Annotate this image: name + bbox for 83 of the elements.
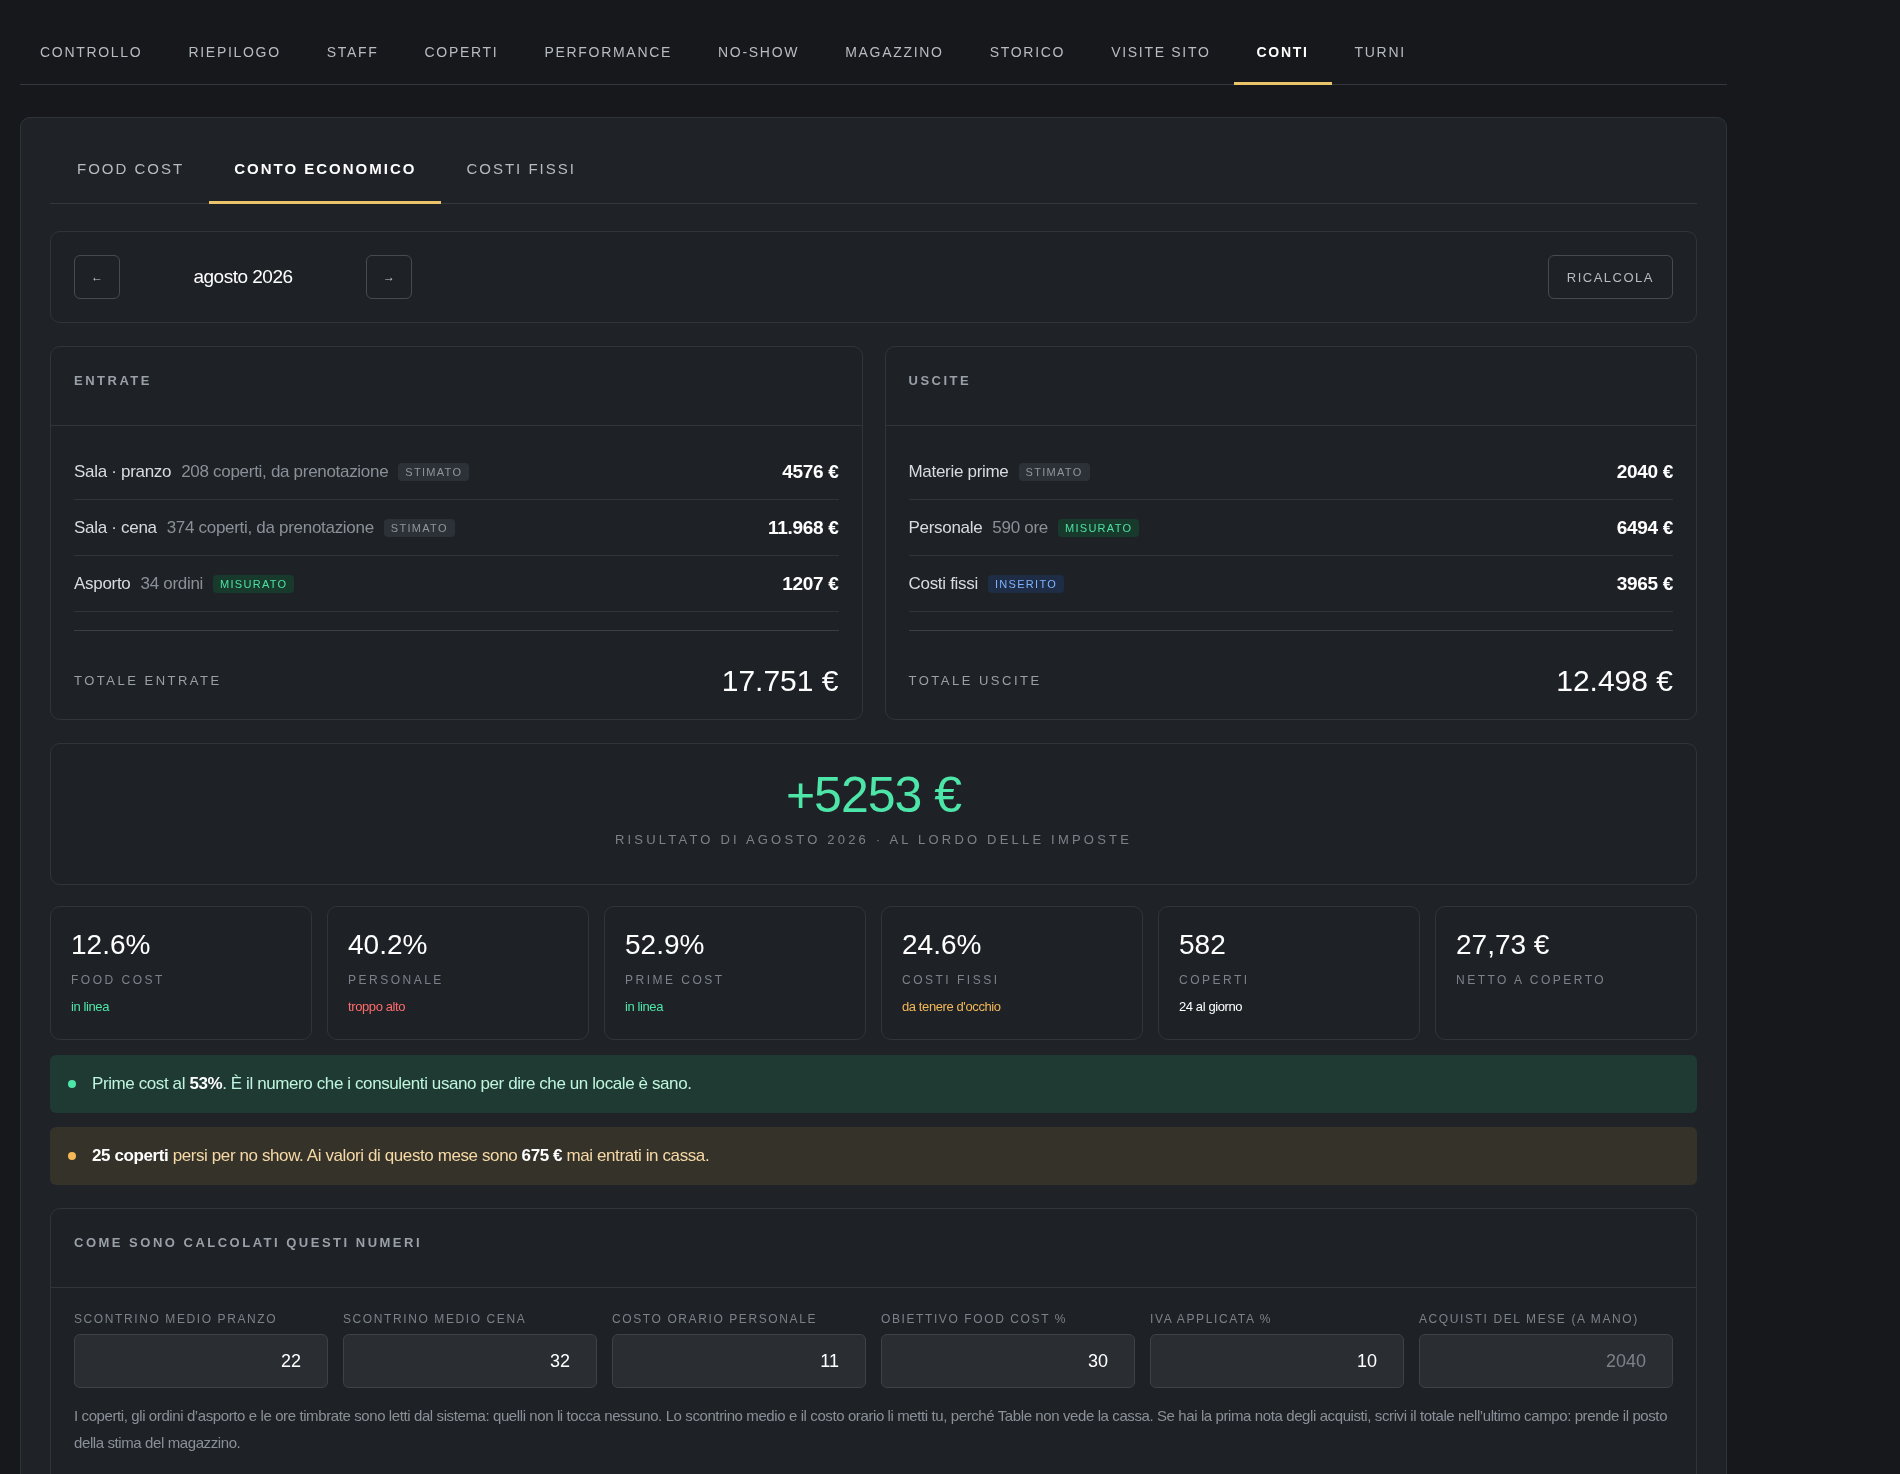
field-label: COSTO ORARIO PERSONALE [612, 1312, 819, 1326]
source-badge: STIMATO [398, 462, 470, 481]
total-amount: 17.751 € [721, 663, 839, 698]
kpi-value: 27,73 € [1456, 929, 1550, 961]
card-title: COME SONO CALCOLATI QUESTI NUMERI [74, 1235, 423, 1250]
kpi-value: 582 [1179, 929, 1226, 961]
alert-text: 25 coperti persi per no show. Ai valori di questo mese sono 675 € mai entrati in cassa. [92, 1146, 710, 1166]
field-label: SCONTRINO MEDIO PRANZO [74, 1312, 279, 1326]
kpi-label: NETTO A COPERTO [1456, 973, 1607, 987]
item-name: Personale [908, 517, 983, 538]
total-amount: 12.498 € [1556, 663, 1673, 698]
item-amount: 3965 € [1616, 572, 1673, 595]
sub-tab[interactable]: COSTI FISSI [441, 130, 601, 204]
kpi-label: COSTI FISSI [902, 973, 1000, 987]
nav-tab[interactable]: STORICO [966, 44, 1089, 85]
input-field[interactable]: 32 [343, 1334, 597, 1388]
field-label: ACQUISTI DEL MESE (A MANO) [1419, 1312, 1640, 1326]
item-detail: 590 ore [992, 517, 1048, 538]
kpi-status: in linea [71, 999, 109, 1014]
kpi-status: 24 al giorno [1179, 999, 1243, 1014]
nav-tab[interactable]: PERFORMANCE [521, 44, 696, 85]
item-detail: 34 ordini [140, 573, 203, 594]
nav-tab[interactable]: TURNI [1331, 44, 1429, 85]
input-field[interactable]: 22 [74, 1334, 328, 1388]
card-title: USCITE [908, 373, 972, 388]
nav-tab[interactable]: MAGAZZINO [822, 44, 967, 85]
field-label: IVA APPLICATA % [1150, 1312, 1274, 1326]
input-field[interactable]: 30 [881, 1334, 1135, 1388]
item-amount: 1207 € [782, 572, 839, 595]
field-label: SCONTRINO MEDIO CENA [343, 1312, 528, 1326]
nav-tab[interactable]: VISITE SITO [1088, 44, 1234, 85]
kpi-value: 24.6% [902, 929, 982, 961]
nav-tab[interactable]: CONTI [1233, 44, 1332, 85]
total-label: TOTALE ENTRATE [74, 673, 222, 688]
item-amount: 6494 € [1616, 516, 1673, 539]
kpi-status: da tenere d'occhio [902, 999, 1001, 1014]
source-badge: STIMATO [383, 518, 455, 537]
item-amount: 4576 € [782, 460, 839, 483]
kpi-status: troppo alto [348, 999, 406, 1014]
source-badge: MISURATO [213, 574, 295, 593]
input-field[interactable]: 2040 [1419, 1334, 1673, 1388]
recalculate-button[interactable]: RICALCOLA [1547, 255, 1673, 299]
explanation-text: I coperti, gli ordini d’asporto e le ore timbrate sono letti dal sistema: quelli non li tocca nessuno. Lo scontrino medio e il costo orario li metti tu, perché Table non vede la cassa. Se hai la prima nota degli acquisti, scrivi il totale nell’ultimo campo: prende il posto della stima del magazzino. [74, 1406, 1669, 1453]
kpi-label: PRIME COST [625, 973, 725, 987]
nav-tab[interactable]: NO-SHOW [695, 44, 823, 85]
sub-tab[interactable]: CONTO ECONOMICO [209, 130, 442, 204]
source-badge: MISURATO [1057, 518, 1140, 537]
alert-text: Prime cost al 53%. È il numero che i consulenti usano per dire che un locale è sano. [92, 1074, 692, 1094]
result-value: +5253 € [785, 766, 962, 824]
item-name: Materie prime [908, 461, 1009, 482]
bullet-icon [68, 1152, 76, 1160]
previous-month-button[interactable]: ← [74, 255, 120, 299]
field-label: OBIETTIVO FOOD COST % [881, 1312, 1069, 1326]
bullet-icon [68, 1080, 76, 1088]
item-amount: 2040 € [1616, 460, 1673, 483]
item-name: Costi fissi [908, 573, 978, 594]
nav-tab[interactable]: RIEPILOGO [165, 44, 304, 85]
card-title: ENTRATE [74, 373, 152, 388]
kpi-status: in linea [625, 999, 663, 1014]
nav-tab[interactable]: STAFF [303, 44, 402, 85]
input-field[interactable]: 10 [1150, 1334, 1404, 1388]
sub-tab[interactable]: FOOD COST [52, 130, 210, 204]
next-month-button[interactable]: → [366, 255, 412, 299]
item-name: Sala · pranzo [74, 461, 172, 482]
item-name: Sala · cena [74, 517, 157, 538]
source-badge: STIMATO [1018, 462, 1090, 481]
item-name: Asporto [74, 573, 131, 594]
kpi-value: 52.9% [625, 929, 705, 961]
month-label: agosto 2026 [192, 266, 294, 288]
nav-tab[interactable]: CONTROLLO [20, 44, 166, 85]
kpi-label: FOOD COST [71, 973, 165, 987]
source-badge: INSERITO [987, 574, 1065, 593]
kpi-label: COPERTI [1179, 973, 1250, 987]
item-amount: 11.968 € [768, 516, 839, 539]
kpi-value: 40.2% [348, 929, 428, 961]
nav-tab[interactable]: COPERTI [401, 44, 522, 85]
kpi-label: PERSONALE [348, 973, 444, 987]
total-label: TOTALE USCITE [908, 673, 1042, 688]
item-detail: 208 coperti, da prenotazione [181, 461, 389, 482]
kpi-value: 12.6% [71, 929, 151, 961]
result-caption: RISULTATO DI AGOSTO 2026 · AL LORDO DELLE IMPOSTE [614, 832, 1133, 847]
item-detail: 374 coperti, da prenotazione [166, 517, 374, 538]
input-field[interactable]: 11 [612, 1334, 866, 1388]
